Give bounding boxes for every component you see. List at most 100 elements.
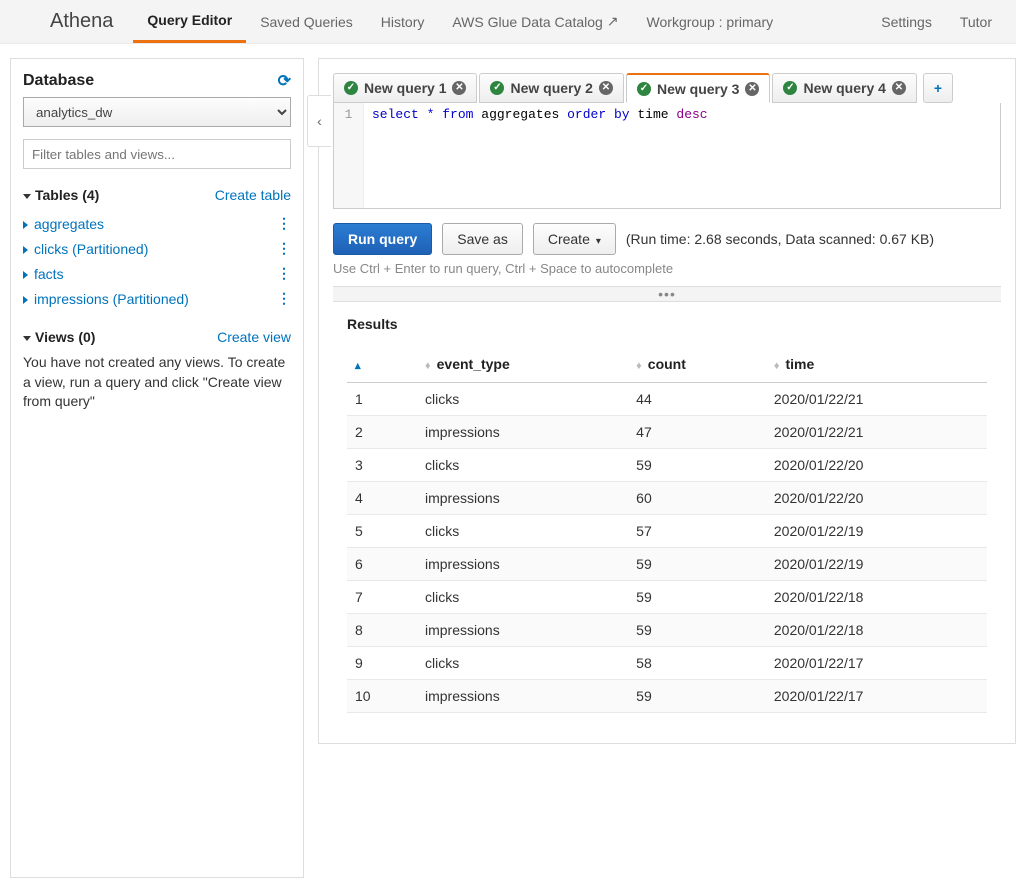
nav-tab-workgroup[interactable]: Workgroup : primary — [633, 0, 788, 43]
table-row[interactable]: 1clicks442020/01/22/21 — [347, 383, 987, 416]
collapse-sidebar-button[interactable]: ‹ — [307, 95, 331, 147]
table-row[interactable]: 9clicks582020/01/22/17 — [347, 647, 987, 680]
nav-tab-saved-queries[interactable]: Saved Queries — [246, 0, 367, 43]
views-heading: Views (0) — [35, 329, 95, 345]
database-select[interactable]: analytics_dw — [23, 97, 291, 127]
cell-count: 59 — [628, 581, 766, 614]
sql-code[interactable]: select * from aggregates order by time d… — [364, 103, 716, 208]
table-name[interactable]: impressions (Partitioned) — [23, 291, 189, 307]
col-label: time — [786, 356, 815, 372]
external-link-icon: ↗ — [607, 13, 619, 30]
table-row[interactable]: 8impressions592020/01/22/18 — [347, 614, 987, 647]
cell-index: 7 — [347, 581, 417, 614]
close-tab-icon[interactable]: ✕ — [599, 81, 613, 95]
cell-time: 2020/01/22/20 — [766, 449, 987, 482]
status-ok-icon: ✓ — [344, 81, 358, 95]
col-time[interactable]: ♦time — [766, 346, 987, 383]
query-tab[interactable]: ✓New query 2✕ — [479, 73, 623, 103]
refresh-icon[interactable]: ⟳ — [278, 71, 291, 91]
create-table-link[interactable]: Create table — [215, 187, 291, 203]
table-name[interactable]: clicks (Partitioned) — [23, 241, 148, 257]
cell-count: 59 — [628, 548, 766, 581]
table-row[interactable]: 2impressions472020/01/22/21 — [347, 416, 987, 449]
caret-down-icon: ▾ — [596, 236, 601, 247]
table-item: impressions (Partitioned) ⋮ — [23, 286, 291, 311]
status-ok-icon: ✓ — [637, 82, 651, 96]
caret-down-icon[interactable] — [23, 336, 31, 341]
cell-index: 5 — [347, 515, 417, 548]
table-row[interactable]: 10impressions592020/01/22/17 — [347, 680, 987, 713]
table-row[interactable]: 5clicks572020/01/22/19 — [347, 515, 987, 548]
nav-tab-history[interactable]: History — [367, 0, 439, 43]
chevron-left-icon: ‹ — [317, 113, 322, 129]
query-tab[interactable]: ✓ New query 1 ✕ — [333, 73, 477, 103]
cell-time: 2020/01/22/21 — [766, 383, 987, 416]
table-actions-menu[interactable]: ⋮ — [277, 290, 291, 307]
query-tab[interactable]: ✓New query 4✕ — [772, 73, 916, 103]
nav-tab-label: Saved Queries — [260, 14, 353, 30]
col-label: event_type — [437, 356, 510, 372]
cell-time: 2020/01/22/17 — [766, 680, 987, 713]
cell-count: 59 — [628, 680, 766, 713]
close-tab-icon[interactable]: ✕ — [452, 81, 466, 95]
table-actions-menu[interactable]: ⋮ — [277, 240, 291, 257]
nav-tutorial[interactable]: Tutor — [946, 0, 1006, 43]
tab-label: New query 1 — [364, 80, 446, 96]
add-tab-button[interactable]: + — [923, 73, 953, 103]
sql-editor[interactable]: 1 select * from aggregates order by time… — [333, 103, 1001, 209]
filter-input[interactable] — [23, 139, 291, 169]
caret-right-icon — [23, 246, 28, 254]
sidebar: Database ⟳ analytics_dw Tables (4) Creat… — [10, 58, 304, 878]
cell-count: 59 — [628, 614, 766, 647]
tables-heading: Tables (4) — [35, 187, 99, 203]
caret-down-icon[interactable] — [23, 194, 31, 199]
topnav: Athena Query Editor Saved Queries Histor… — [0, 0, 1016, 44]
col-event-type[interactable]: ♦event_type — [417, 346, 628, 383]
nav-tab-label: Query Editor — [147, 12, 232, 28]
col-label: count — [648, 356, 686, 372]
run-info: (Run time: 2.68 seconds, Data scanned: 0… — [626, 231, 934, 247]
table-row[interactable]: 7clicks592020/01/22/18 — [347, 581, 987, 614]
cell-index: 3 — [347, 449, 417, 482]
cell-event-type: clicks — [417, 647, 628, 680]
create-view-link[interactable]: Create view — [217, 329, 291, 345]
cell-index: 6 — [347, 548, 417, 581]
nav-settings[interactable]: Settings — [867, 0, 946, 43]
status-ok-icon: ✓ — [783, 81, 797, 95]
query-tabs: ✓New query 1✕✓New query 2✕✓New query 3✕✓… — [333, 73, 1001, 103]
create-label: Create — [548, 231, 590, 247]
table-actions-menu[interactable]: ⋮ — [277, 265, 291, 282]
plus-icon: + — [934, 80, 942, 96]
col-index[interactable]: ▴ — [347, 346, 417, 383]
table-name[interactable]: aggregates — [23, 216, 104, 232]
caret-right-icon — [23, 221, 28, 229]
cell-count: 60 — [628, 482, 766, 515]
views-empty-text: You have not created any views. To creat… — [23, 353, 291, 412]
close-tab-icon[interactable]: ✕ — [892, 81, 906, 95]
cell-time: 2020/01/22/18 — [766, 614, 987, 647]
table-row[interactable]: 3clicks592020/01/22/20 — [347, 449, 987, 482]
col-count[interactable]: ♦count — [628, 346, 766, 383]
table-row[interactable]: 4impressions602020/01/22/20 — [347, 482, 987, 515]
query-tab[interactable]: ✓ New query 3 ✕ — [626, 73, 770, 103]
table-name[interactable]: facts — [23, 266, 64, 282]
cell-time: 2020/01/22/19 — [766, 548, 987, 581]
save-as-button[interactable]: Save as — [442, 223, 523, 255]
table-row[interactable]: 6impressions592020/01/22/19 — [347, 548, 987, 581]
run-query-button[interactable]: Run query — [333, 223, 432, 255]
cell-count: 47 — [628, 416, 766, 449]
nav-tab-query-editor[interactable]: Query Editor — [133, 0, 246, 43]
create-menu-button[interactable]: Create ▾ — [533, 223, 616, 255]
cell-index: 1 — [347, 383, 417, 416]
resize-handle[interactable]: ••• — [333, 286, 1001, 302]
nav-tab-glue-catalog[interactable]: AWS Glue Data Catalog↗ — [438, 0, 632, 43]
tab-label: New query 3 — [657, 81, 739, 97]
close-tab-icon[interactable]: ✕ — [745, 82, 759, 96]
cell-event-type: impressions — [417, 680, 628, 713]
cell-event-type: clicks — [417, 581, 628, 614]
caret-right-icon — [23, 271, 28, 279]
cell-event-type: clicks — [417, 515, 628, 548]
editor-gutter: 1 — [334, 103, 364, 208]
database-label: Database — [23, 72, 94, 90]
table-actions-menu[interactable]: ⋮ — [277, 215, 291, 232]
